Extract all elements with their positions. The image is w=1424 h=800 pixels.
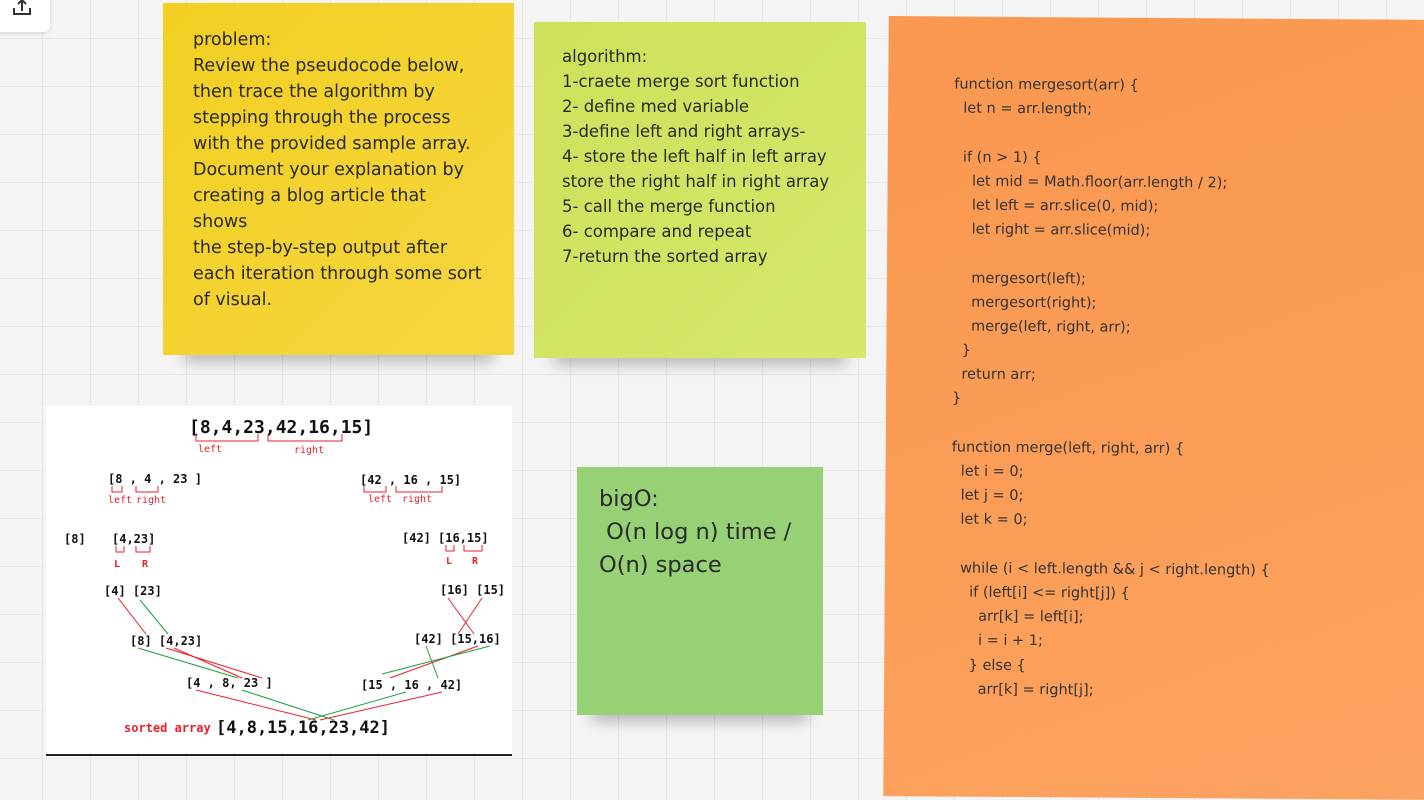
note-line: 7-return the sorted array <box>562 247 768 266</box>
code-line: merge(left, right, arr); <box>952 318 1131 336</box>
merge-sort-diagram: [8,4,23,42,16,15] [8 , 4 , 23 ] [42 , 16… <box>64 417 505 738</box>
code-line: i = i + 1; <box>950 632 1043 650</box>
note-shadow <box>184 347 493 361</box>
level1-left-l-label: left <box>108 495 132 506</box>
code-line: let j = 0; <box>951 487 1024 505</box>
note-line: with the provided sample array. <box>193 134 471 154</box>
note-line: the step-by-step output after <box>193 238 448 258</box>
note-line: 6- compare and repeat <box>562 222 752 241</box>
level1-right-l-label: left <box>368 494 392 505</box>
level3-left-arrays: [4] [23] <box>104 584 162 598</box>
level1-right-array: [42 , 16 , 15] <box>360 473 461 487</box>
root-right-label: right <box>294 445 324 456</box>
level2-array-42: [42] <box>402 531 431 545</box>
code-line: let n = arr.length; <box>954 100 1093 118</box>
merge2-right-array: [15 , 16 , 42] <box>361 678 462 692</box>
root-array: [8,4,23,42,16,15] <box>189 417 373 438</box>
code-line: let right = arr.slice(mid); <box>953 221 1151 240</box>
note-line: 2- define med variable <box>562 97 750 116</box>
code-sticky-note[interactable]: function mergesort(arr) { let n = arr.le… <box>883 16 1424 800</box>
code-line: mergesort(left); <box>952 270 1087 287</box>
code-line: arr[k] = right[j]; <box>949 681 1094 699</box>
level2-array-16-15: [16,15] <box>438 531 489 545</box>
merge-lines <box>117 597 491 721</box>
note-line: stepping through the process <box>193 108 451 128</box>
level2-array-8: [8] <box>64 532 86 546</box>
code-line: let i = 0; <box>951 463 1024 481</box>
note-line: store the right half in right array <box>562 172 830 191</box>
code-line: arr[k] = left[i]; <box>950 608 1084 626</box>
code-line: while (i < left.length && j < right.leng… <box>950 560 1270 579</box>
code-line: } <box>952 390 962 408</box>
note-line: algorithm: <box>562 47 648 66</box>
note-shadow <box>591 707 809 721</box>
algorithm-sticky-note[interactable]: algorithm: 1-craete merge sort function … <box>534 22 866 364</box>
code-line: mergesort(right); <box>952 294 1097 312</box>
level3-right-arrays: [16] [15] <box>440 583 505 597</box>
sorted-array: [4,8,15,16,23,42] <box>216 718 390 738</box>
share-upload-icon <box>13 0 31 15</box>
level2-right-l-label: L <box>446 556 452 567</box>
level2-array-4-23: [4,23] <box>112 532 155 546</box>
level1-left-array: [8 , 4 , 23 ] <box>108 472 202 486</box>
merge-sort-diagram-image[interactable]: [8,4,23,42,16,15] [8 , 4 , 23 ] [42 , 16… <box>46 406 512 756</box>
code-line: } <box>952 342 971 359</box>
note-line: problem: <box>193 30 272 50</box>
code-line: } else { <box>950 656 1026 674</box>
code-line: let mid = Math.floor(arr.length / 2); <box>953 173 1228 192</box>
code-line: let left = arr.slice(0, mid); <box>953 197 1159 215</box>
root-left-label: left <box>198 444 222 455</box>
merge1-right-arrays: [42] [15,16] <box>414 632 501 646</box>
note-line: O(n log n) time / <box>599 519 792 545</box>
code-line: return arr; <box>952 366 1036 384</box>
bigo-sticky-note[interactable]: bigO: O(n log n) time / O(n) space <box>577 467 823 721</box>
note-line: each iteration through some sort <box>193 264 482 284</box>
sorted-array-label: sorted array <box>124 721 211 735</box>
note-line: creating a blog article that shows <box>193 186 432 232</box>
merge1-left-arrays: [8] [4,23] <box>130 634 202 648</box>
level1-left-r-label: right <box>136 495 166 506</box>
note-line: bigO: <box>599 486 659 512</box>
code-line: function mergesort(arr) { <box>954 76 1139 94</box>
code-line: if (left[i] <= right[j]) { <box>950 584 1130 602</box>
note-line: 1-craete merge sort function <box>562 72 800 91</box>
share-button[interactable] <box>0 0 50 32</box>
note-line: Review the pseudocode below, <box>193 56 465 76</box>
note-shadow <box>553 350 847 364</box>
note-line: 5- call the merge function <box>562 197 776 216</box>
code-line: if (n > 1) { <box>953 149 1042 166</box>
note-line: O(n) space <box>599 552 722 578</box>
note-line: then trace the algorithm by <box>193 82 435 102</box>
level2-left-r-label: R <box>142 559 149 570</box>
level1-right-r-label: right <box>402 494 432 505</box>
note-line: 3-define left and right arrays- <box>562 122 806 141</box>
code-line: let k = 0; <box>951 511 1028 529</box>
note-line: 4- store the left half in left array <box>562 147 827 166</box>
merge2-left-array: [4 , 8, 23 ] <box>186 676 273 690</box>
note-line: Document your explanation by <box>193 160 465 180</box>
problem-sticky-note[interactable]: problem: Review the pseudocode below, th… <box>163 3 514 361</box>
note-line: of visual. <box>193 290 273 310</box>
level2-right-r-label: R <box>472 556 479 567</box>
code-line: function merge(left, right, arr) { <box>951 439 1185 457</box>
level2-left-l-label: L <box>114 559 120 570</box>
